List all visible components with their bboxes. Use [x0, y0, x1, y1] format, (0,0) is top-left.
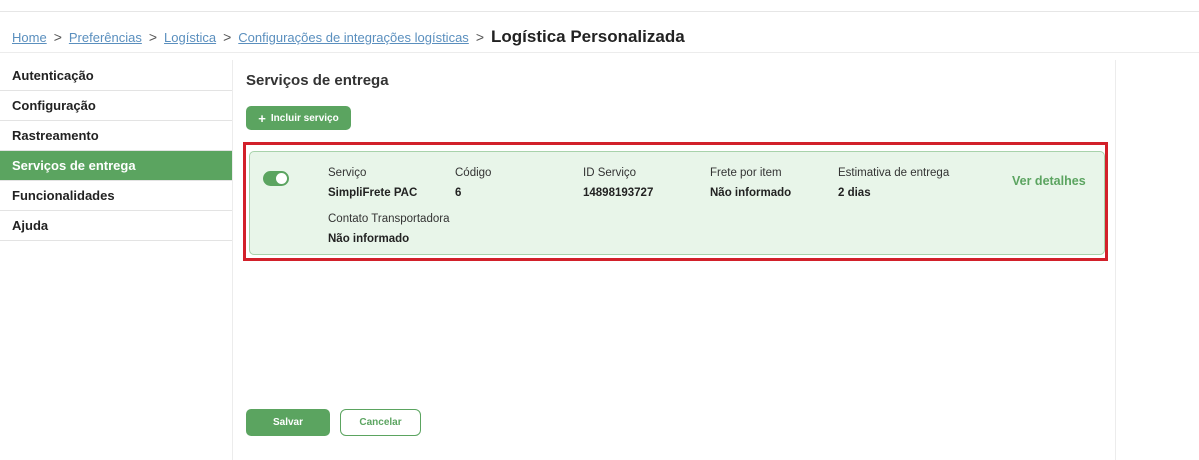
- field-label: Frete por item: [710, 167, 782, 179]
- field-label: Estimativa de entrega: [838, 167, 950, 179]
- sidebar-item-servicos-de-entrega[interactable]: Serviços de entrega: [0, 151, 232, 181]
- sidebar: Autenticação Configuração Rastreamento S…: [0, 61, 232, 241]
- toggle-knob: [276, 173, 287, 184]
- sidebar-item-funcionalidades[interactable]: Funcionalidades: [0, 181, 232, 211]
- content-divider-right: [1115, 60, 1116, 460]
- field-value: 6: [455, 187, 462, 199]
- breadcrumb-configuracoes[interactable]: Configurações de integrações logísticas: [238, 30, 469, 45]
- field-servico: Serviço SimpliFrete PAC: [328, 166, 417, 200]
- chevron-right-icon: >: [223, 29, 232, 45]
- service-enabled-toggle[interactable]: [263, 171, 289, 186]
- field-value: 14898193727: [583, 187, 654, 199]
- field-value: Não informado: [710, 187, 792, 199]
- field-frete-por-item: Frete por item Não informado: [710, 166, 791, 200]
- sidebar-item-configuracao[interactable]: Configuração: [0, 91, 232, 121]
- chevron-right-icon: >: [148, 29, 158, 45]
- field-label: Serviço: [328, 167, 367, 179]
- add-service-label: Incluir serviço: [270, 112, 339, 124]
- field-label: Código: [455, 167, 492, 179]
- field-value: Não informado: [328, 233, 410, 245]
- field-value: SimpliFrete PAC: [328, 187, 418, 199]
- section-title: Serviços de entrega: [246, 72, 389, 89]
- top-divider: [0, 11, 1199, 12]
- field-label: Contato Transportadora: [328, 213, 450, 225]
- sidebar-item-ajuda[interactable]: Ajuda: [0, 211, 232, 241]
- save-button[interactable]: Salvar: [246, 409, 330, 436]
- field-estimativa-de-entrega: Estimativa de entrega 2 dias: [838, 166, 949, 200]
- content-divider-left: [232, 60, 233, 460]
- cancel-button[interactable]: Cancelar: [340, 409, 421, 436]
- breadcrumb-preferencias[interactable]: Preferências: [69, 30, 142, 45]
- page-title: Logística Personalizada: [491, 27, 685, 46]
- plus-icon: +: [258, 110, 266, 126]
- field-value: 2 dias: [838, 187, 871, 199]
- chevron-right-icon: >: [53, 29, 62, 45]
- field-label: ID Serviço: [583, 167, 637, 179]
- breadcrumb-logistica[interactable]: Logística: [164, 30, 216, 45]
- breadcrumb: Home > Preferências > Logística > Config…: [12, 26, 685, 48]
- breadcrumb-divider: [0, 52, 1199, 53]
- chevron-right-icon: >: [475, 29, 484, 45]
- field-id-servico: ID Serviço 14898193727: [583, 166, 653, 200]
- breadcrumb-home[interactable]: Home: [12, 30, 47, 45]
- add-service-button[interactable]: + Incluir serviço: [246, 106, 351, 130]
- sidebar-item-autenticacao[interactable]: Autenticação: [0, 61, 232, 91]
- view-details-link[interactable]: Ver detalhes: [1012, 174, 1086, 188]
- sidebar-item-rastreamento[interactable]: Rastreamento: [0, 121, 232, 151]
- field-contato-transportadora: Contato Transportadora Não informado: [328, 212, 449, 246]
- field-codigo: Código 6: [455, 166, 491, 200]
